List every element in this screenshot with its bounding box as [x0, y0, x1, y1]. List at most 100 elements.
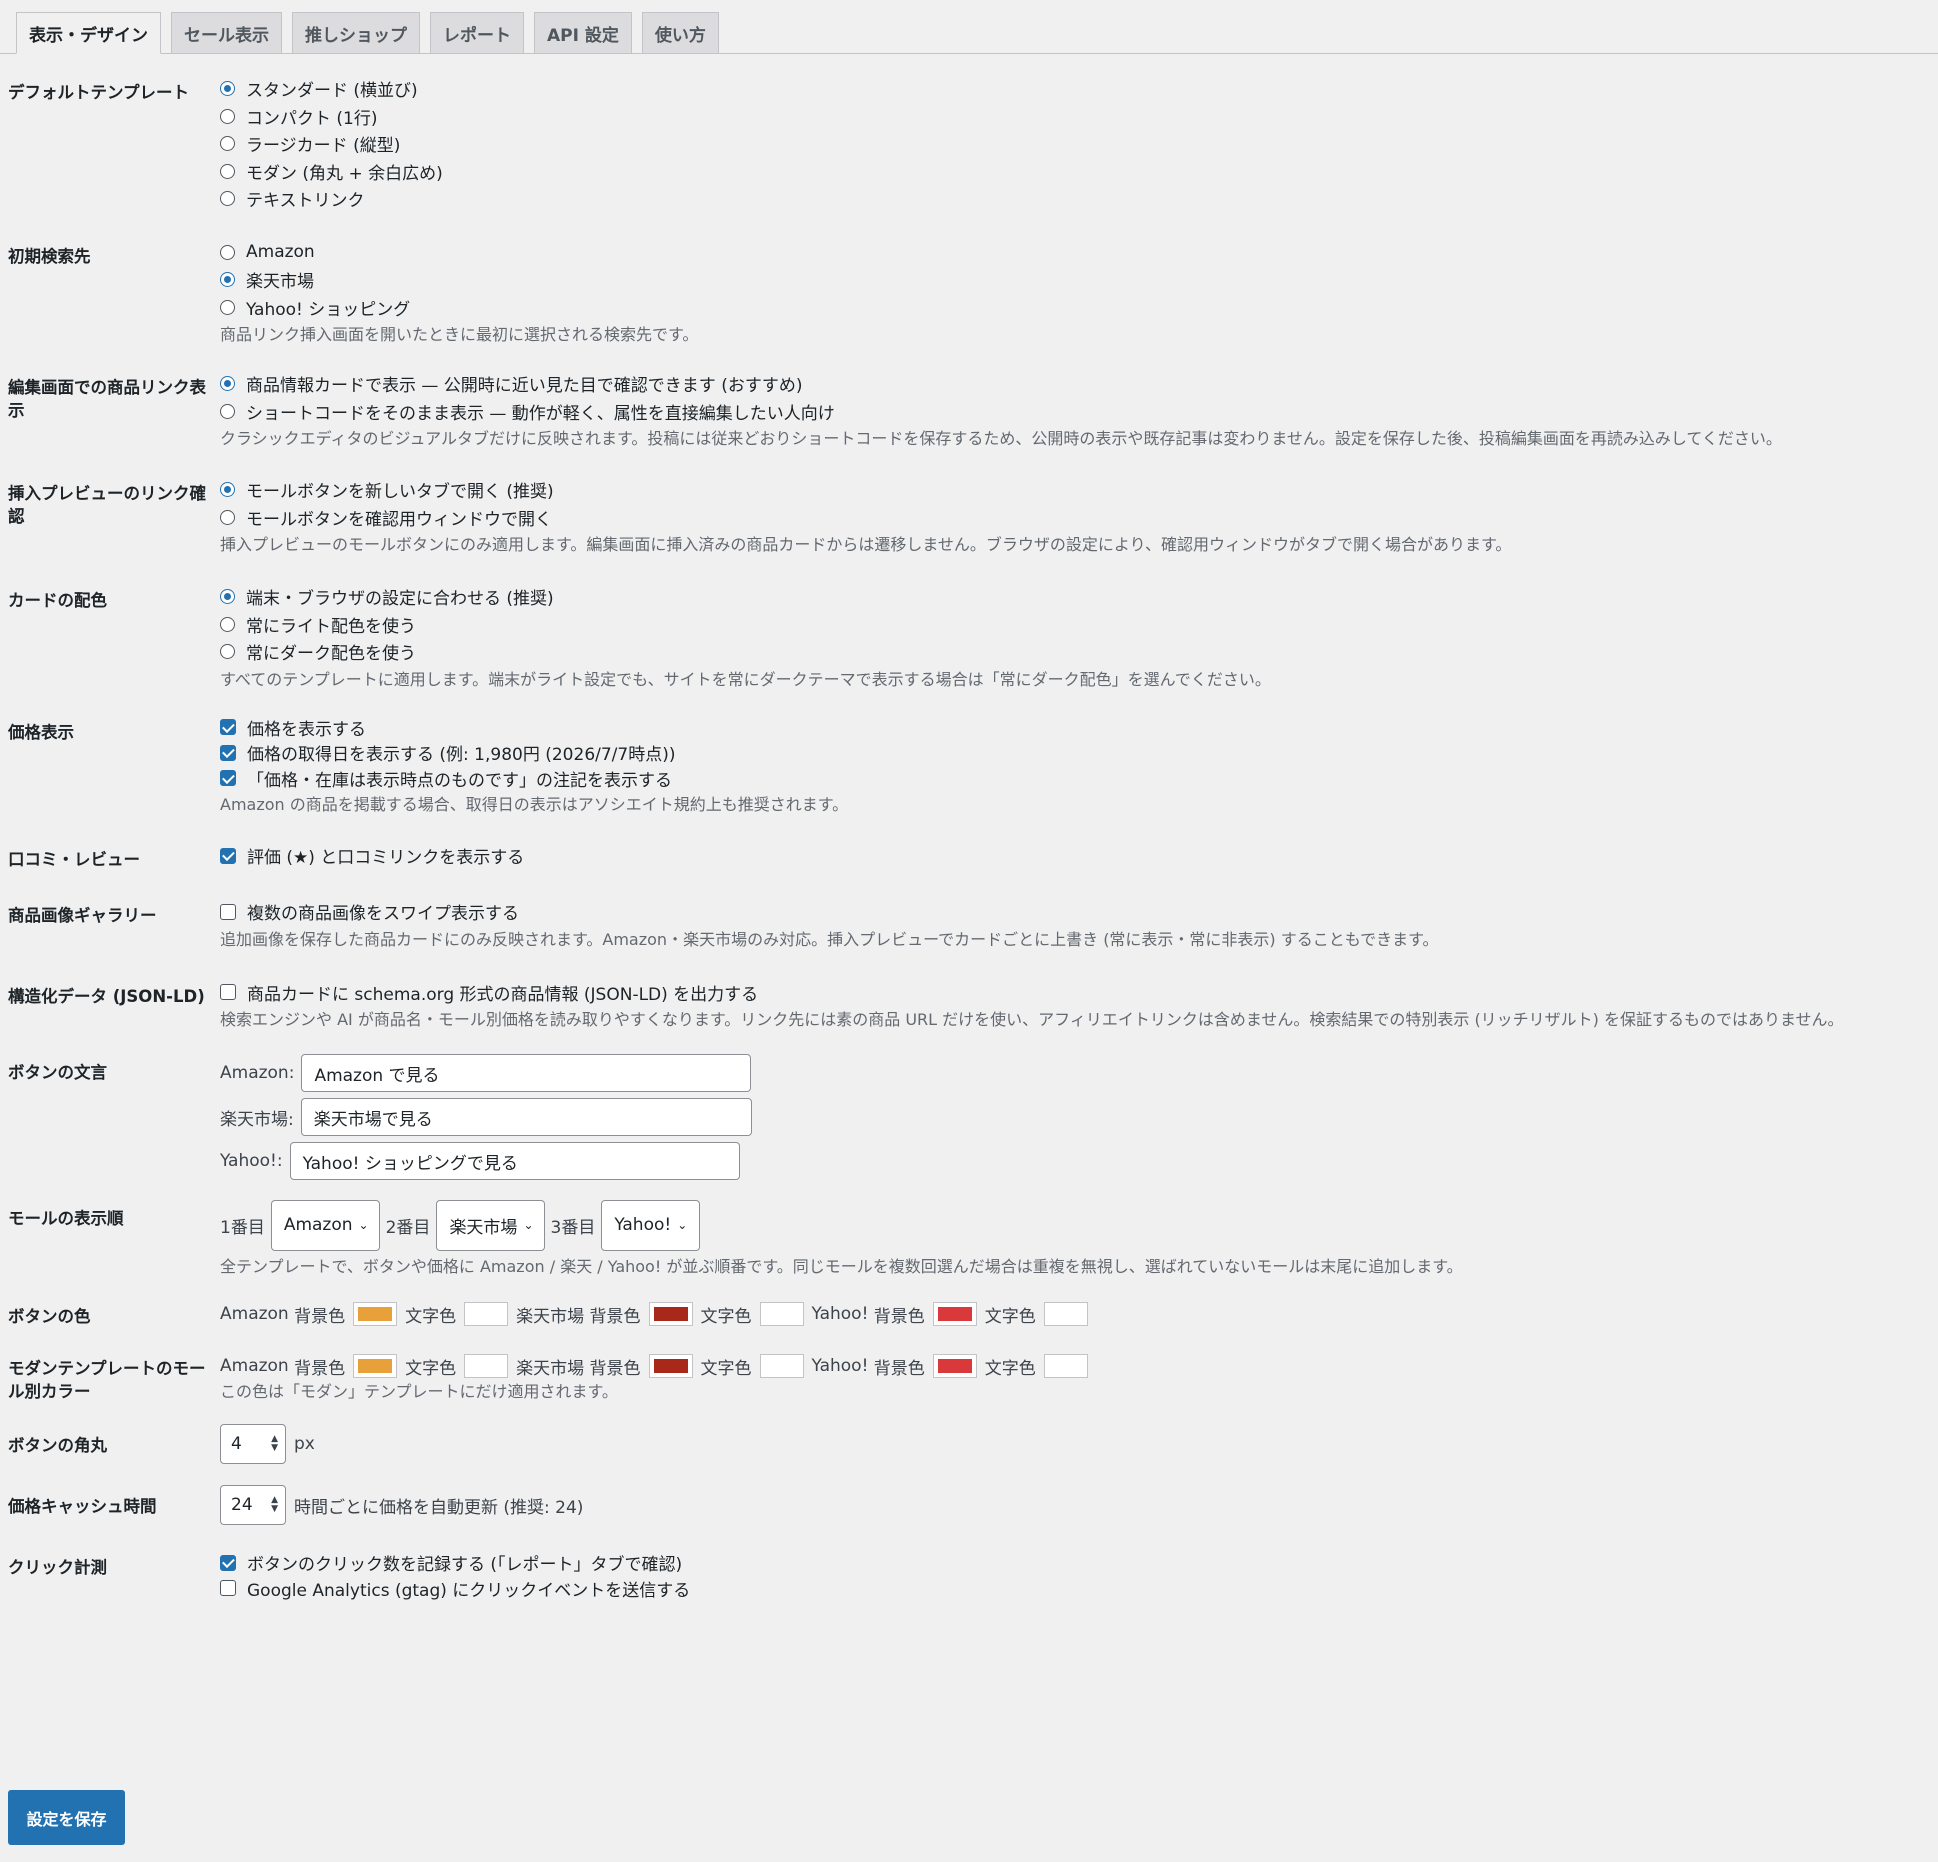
yahoo-bg-color-picker[interactable] — [932, 1302, 977, 1326]
modern-yahoo-bg-color-picker[interactable] — [932, 1354, 977, 1378]
gallery-option[interactable]: 複数の商品画像をスワイプ表示する — [220, 898, 1930, 926]
checkbox[interactable] — [220, 770, 236, 787]
chevron-down-icon: ⌄ — [358, 1218, 369, 1232]
price-option-note[interactable]: 「価格・在庫は表示時点のものです」の注記を表示する — [220, 766, 1930, 792]
checkbox[interactable] — [220, 719, 236, 736]
radio-button[interactable] — [220, 108, 235, 124]
color-option-auto[interactable]: 端末・ブラウザの設定に合わせる (推奨) — [220, 583, 1930, 611]
row-card-color: カードの配色 端末・ブラウザの設定に合わせる (推奨) 常にライト配色を使う 常… — [8, 587, 1930, 692]
radio-button[interactable] — [220, 616, 235, 632]
price-option-date[interactable]: 価格の取得日を表示する (例: 1,980円 (2026/7/7時点)) — [220, 740, 1930, 766]
color-swatch — [653, 1359, 688, 1373]
mall-order-slot2-select[interactable]: 楽天市場 ⌄ — [436, 1199, 545, 1251]
yahoo-text-color-picker[interactable] — [1043, 1302, 1088, 1326]
rakuten-text-color-picker[interactable] — [759, 1302, 804, 1326]
modern-yahoo-text-color-picker[interactable] — [1043, 1354, 1088, 1378]
modern-rakuten-bg-color-picker[interactable] — [648, 1354, 693, 1378]
checkbox[interactable] — [220, 744, 236, 761]
rakuten-bg-color-picker[interactable] — [648, 1302, 693, 1326]
save-settings-button[interactable]: 設定を保存 — [8, 1790, 125, 1845]
tab-api-settings[interactable]: API 設定 — [534, 12, 632, 54]
tab-usage[interactable]: 使い方 — [641, 12, 719, 54]
price-description: Amazon の商品を掲載する場合、取得日の表示はアソシエイト規約上も推奨されま… — [220, 795, 849, 814]
editor-display-description: クラシックエディタのビジュアルタブだけに反映されます。投稿には従来どおりショート… — [220, 429, 1782, 448]
label-preview-link: 挿入プレビューのリンク確認 — [8, 484, 206, 526]
mall-order-slot3-select[interactable]: Yahoo! ⌄ — [601, 1199, 701, 1251]
template-option-compact[interactable]: コンパクト (1行) — [220, 103, 1930, 131]
modern-rakuten-text-color-picker[interactable] — [759, 1354, 804, 1378]
checkbox[interactable] — [220, 903, 236, 920]
search-option-amazon[interactable]: Amazon — [220, 239, 1930, 267]
click-option-ga[interactable]: Google Analytics (gtag) にクリックイベントを送信する — [220, 1576, 1930, 1602]
editor-option-card[interactable]: 商品情報カードで表示 — 公開時に近い見た目で確認できます (おすすめ) — [220, 370, 1930, 398]
button-radius-input[interactable]: 4 ▲ ▼ — [220, 1424, 286, 1464]
button-text-rakuten-input[interactable]: 楽天市場で見る — [300, 1098, 752, 1136]
checkbox[interactable] — [220, 1580, 236, 1597]
radio-button[interactable] — [220, 299, 235, 315]
radio-button[interactable] — [220, 589, 235, 605]
radio-button[interactable] — [220, 244, 235, 260]
editor-option-shortcode[interactable]: ショートコードをそのまま表示 — 動作が軽く、属性を直接編集したい人向け — [220, 398, 1930, 426]
row-button-color: ボタンの色 Amazon 背景色 文字色 楽天市場 背景色 文字色 Yahoo!… — [8, 1302, 1930, 1331]
tab-display-design[interactable]: 表示・デザイン — [16, 12, 161, 54]
chevron-down-icon: ⌄ — [523, 1218, 534, 1232]
mall-order-slot2-label: 2番目 — [385, 1217, 431, 1238]
tab-report[interactable]: レポート — [430, 12, 524, 54]
label-structured-data: 構造化データ (JSON-LD) — [8, 986, 205, 1006]
stepper-arrows-icon[interactable]: ▲ ▼ — [271, 1435, 278, 1453]
preview-option-window[interactable]: モールボタンを確認用ウィンドウで開く — [220, 504, 1930, 532]
radio-button[interactable] — [220, 482, 235, 498]
settings-form: デフォルトテンプレート スタンダード (横並び) コンパクト (1行) ラージカ… — [0, 79, 1938, 1601]
price-option-show[interactable]: 価格を表示する — [220, 715, 1930, 741]
template-option-standard[interactable]: スタンダード (横並び) — [220, 75, 1930, 103]
radio-button[interactable] — [220, 81, 235, 97]
checkbox[interactable] — [220, 984, 236, 1001]
button-text-amazon-label: Amazon: — [220, 1063, 295, 1083]
mall-order-description: 全テンプレートで、ボタンや価格に Amazon / 楽天 / Yahoo! が並… — [220, 1257, 1463, 1276]
radio-button[interactable] — [220, 403, 235, 419]
color-option-dark[interactable]: 常にダーク配色を使う — [220, 638, 1930, 666]
button-text-rakuten-label: 楽天市場: — [220, 1109, 294, 1130]
structured-option[interactable]: 商品カードに schema.org 形式の商品情報 (JSON-LD) を出力す… — [220, 979, 1930, 1007]
color-swatch — [937, 1359, 972, 1373]
checkbox[interactable] — [220, 1554, 236, 1571]
amazon-bg-color-picker[interactable] — [353, 1302, 398, 1326]
search-option-rakuten[interactable]: 楽天市場 — [220, 266, 1930, 294]
label-button-text: ボタンの文言 — [8, 1063, 107, 1082]
button-radius-control: 4 ▲ ▼ px — [220, 1424, 1930, 1464]
button-text-yahoo-input[interactable]: Yahoo! ショッピングで見る — [289, 1142, 740, 1180]
settings-tabs: 表示・デザイン セール表示 推しショップ レポート API 設定 使い方 — [0, 0, 1938, 54]
radio-button[interactable] — [220, 191, 235, 207]
radio-button[interactable] — [220, 644, 235, 660]
template-option-large-card[interactable]: ラージカード (縦型) — [220, 130, 1930, 158]
button-text-amazon-input[interactable]: Amazon で見る — [301, 1054, 752, 1092]
review-option[interactable]: 評価 (★) と口コミリンクを表示する — [220, 842, 1930, 870]
radio-button[interactable] — [220, 272, 235, 288]
radio-button[interactable] — [220, 163, 235, 179]
button-text-amazon-row: Amazon: Amazon で見る — [220, 1051, 1930, 1095]
color-swatch — [1048, 1359, 1083, 1373]
mall-order-slot1-select[interactable]: Amazon ⌄ — [270, 1199, 380, 1251]
label-gallery: 商品画像ギャラリー — [8, 906, 157, 925]
price-cache-input[interactable]: 24 ▲ ▼ — [220, 1485, 286, 1525]
radio-button[interactable] — [220, 509, 235, 525]
template-option-modern[interactable]: モダン (角丸 + 余白広め) — [220, 158, 1930, 186]
label-card-color: カードの配色 — [8, 591, 107, 610]
radio-button[interactable] — [220, 136, 235, 152]
button-text-yahoo-label: Yahoo!: — [220, 1151, 283, 1171]
template-option-text-link[interactable]: テキストリンク — [220, 185, 1930, 213]
tab-sale-display[interactable]: セール表示 — [171, 12, 282, 54]
color-option-light[interactable]: 常にライト配色を使う — [220, 611, 1930, 639]
click-option-record[interactable]: ボタンのクリック数を記録する (「レポート」タブで確認) — [220, 1550, 1930, 1576]
modern-amazon-bg-color-picker[interactable] — [353, 1354, 398, 1378]
structured-description: 検索エンジンや AI が商品名・モール別価格を読み取りやすくなります。リンク先に… — [220, 1010, 1844, 1029]
label-button-color: ボタンの色 — [8, 1307, 91, 1326]
tab-recommended-shops[interactable]: 推しショップ — [292, 12, 420, 54]
preview-option-new-tab[interactable]: モールボタンを新しいタブで開く (推奨) — [220, 476, 1930, 504]
checkbox[interactable] — [220, 847, 236, 864]
radio-button[interactable] — [220, 376, 235, 392]
search-option-yahoo[interactable]: Yahoo! ショッピング — [220, 294, 1930, 322]
modern-amazon-text-color-picker[interactable] — [464, 1354, 509, 1378]
stepper-arrows-icon[interactable]: ▲ ▼ — [271, 1496, 278, 1514]
amazon-text-color-picker[interactable] — [464, 1302, 509, 1326]
